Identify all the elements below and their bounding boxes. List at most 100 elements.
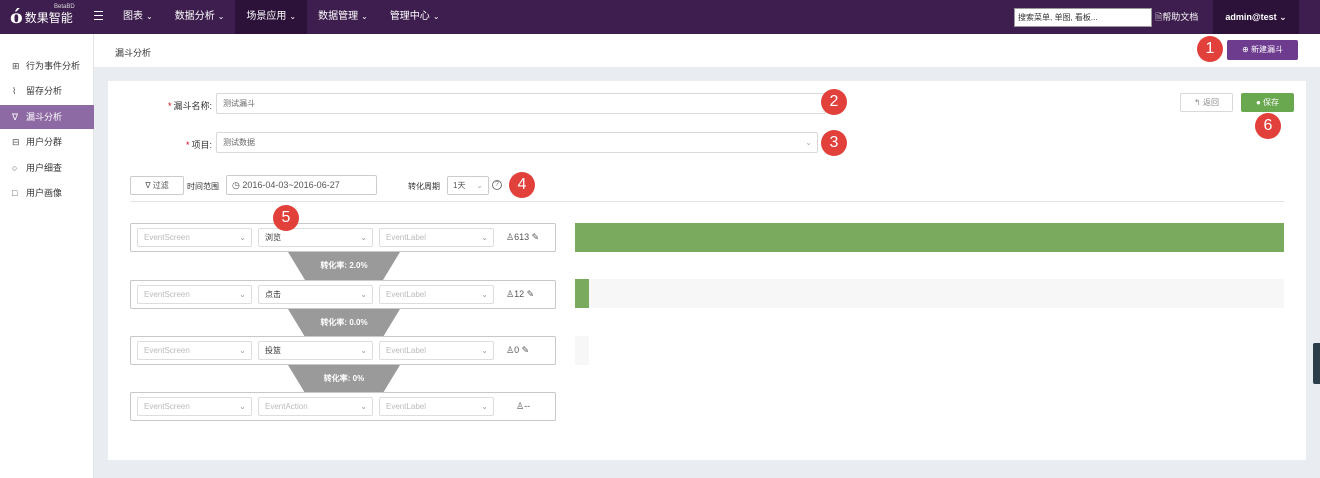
event-action-value: 投篮: [265, 346, 281, 355]
chevron-down-icon: ⌄: [805, 138, 812, 147]
chevron-down-icon: ⌄: [146, 12, 153, 21]
help-docs-link[interactable]: 🗎帮助文档: [1155, 0, 1198, 34]
step-user-count: ♙--: [516, 401, 530, 412]
conversion-funnel-3: 转化率: 0%: [288, 365, 400, 393]
chevron-down-icon: ⌄: [481, 346, 488, 355]
event-label-select[interactable]: EventLabel ⌄: [379, 341, 494, 360]
event-label-select[interactable]: EventLabel ⌄: [379, 228, 494, 247]
sidebar-item-label: 用户细查: [26, 163, 63, 173]
annotation-badge-6: 6: [1255, 113, 1281, 139]
sidebar-item-retention[interactable]: ⌇ 留存分析: [0, 79, 94, 103]
event-screen-select[interactable]: EventScreen ⌄: [137, 285, 252, 304]
user-name: admin@test: [1225, 12, 1277, 22]
logo-mark: ó: [10, 6, 23, 28]
required-mark: *: [167, 101, 172, 111]
event-screen-select[interactable]: EventScreen ⌄: [137, 228, 252, 247]
nav-item-label: 管理中心: [389, 11, 430, 22]
user-count-value: 613: [514, 232, 530, 242]
chevron-down-icon: ⌄: [360, 346, 367, 355]
chevron-down-icon: ⌄: [481, 233, 488, 242]
step-bar-track-2: [575, 279, 1284, 308]
nav-item-data-management[interactable]: 数据管理 ⌄: [307, 0, 379, 34]
usergroup-icon: ⊟: [12, 137, 20, 147]
event-screen-select[interactable]: EventScreen ⌄: [137, 397, 252, 416]
nav-item-data-analysis[interactable]: 数据分析 ⌄: [164, 0, 236, 34]
back-button[interactable]: ↰ 返回: [1180, 93, 1233, 112]
funnel-step-2: EventScreen ⌄ 点击 ⌄ EventLabel ⌄ ♙12 ✎: [130, 280, 556, 309]
sidebar-item-event-analysis[interactable]: ⊞ 行为事件分析: [0, 54, 94, 78]
event-label-select[interactable]: EventLabel ⌄: [379, 397, 494, 416]
date-range-value: 2016-04-03~2016-06-27: [242, 180, 340, 190]
funnel-step-4: EventScreen ⌄ EventAction ⌄ EventLabel ⌄ ♙-…: [130, 392, 556, 421]
nav-item-label: 场景应用: [246, 11, 287, 22]
sidebar-item-user-groups[interactable]: ⊟ 用户分群: [0, 130, 94, 154]
save-button[interactable]: ● 保存: [1241, 93, 1294, 112]
event-action-select[interactable]: 点击 ⌄: [258, 285, 373, 304]
step-bar-fill: [575, 223, 1284, 252]
divider: [130, 201, 1284, 202]
back-label: 返回: [1202, 98, 1219, 107]
event-action-value: EventAction: [265, 402, 308, 411]
sidebar-item-label: 用户画像: [26, 188, 63, 198]
event-action-select[interactable]: 投篮 ⌄: [258, 341, 373, 360]
help-question-icon[interactable]: ?: [492, 180, 502, 190]
event-screen-select[interactable]: EventScreen ⌄: [137, 341, 252, 360]
new-funnel-button[interactable]: ⊕ 新建漏斗: [1227, 40, 1298, 60]
global-search-input[interactable]: 搜索菜单, 单图, 看板...: [1014, 8, 1152, 27]
new-funnel-label: 新建漏斗: [1250, 45, 1283, 54]
return-arrow-icon: ↰: [1194, 98, 1201, 107]
retention-icon: ⌇: [12, 86, 17, 96]
edit-icon[interactable]: ✎: [532, 232, 540, 242]
annotation-badge-5: 5: [273, 205, 299, 231]
plus-circle-icon: ⊕: [1242, 45, 1249, 54]
chevron-down-icon: ⌄: [239, 233, 246, 242]
user-menu[interactable]: admin@test ⌄: [1213, 0, 1299, 34]
user-icon: ♙: [506, 232, 515, 242]
chevron-down-icon: ⌄: [481, 290, 488, 299]
save-label: 保存: [1263, 98, 1280, 107]
funnel-name-input[interactable]: 测试漏斗: [216, 93, 826, 114]
nav-item-charts[interactable]: 图表 ⌄: [112, 0, 164, 34]
event-label-select[interactable]: EventLabel ⌄: [379, 285, 494, 304]
main-nav: 图表 ⌄ 数据分析 ⌄ 场景应用 ⌄ 数据管理 ⌄ 管理中心 ⌄: [112, 0, 451, 34]
event-action-select[interactable]: EventAction ⌄: [258, 397, 373, 416]
project-label: * 项目:: [148, 138, 212, 151]
sidebar-item-user-lookup[interactable]: ○ 用户细查: [0, 156, 94, 180]
user-icon: ♙: [516, 401, 525, 411]
hamburger-menu-icon[interactable]: [94, 11, 103, 20]
annotation-badge-3: 3: [821, 130, 847, 156]
funnel-name-label: * 漏斗名称:: [148, 99, 212, 112]
nav-item-admin-center[interactable]: 管理中心 ⌄: [379, 0, 451, 34]
nav-item-scenarios[interactable]: 场景应用 ⌄: [235, 0, 308, 34]
chevron-down-icon: ⌄: [360, 290, 367, 299]
filter-label: 过滤: [152, 181, 169, 190]
date-range-picker[interactable]: ◷ 2016-04-03~2016-06-27: [226, 175, 377, 195]
app-logo[interactable]: ó 数果智能 BetaBD: [10, 4, 75, 28]
chevron-down-icon: ⌄: [239, 290, 246, 299]
conversion-rate: 转化率: 0%: [323, 374, 365, 383]
sidebar-item-user-profile[interactable]: □ 用户画像: [0, 181, 94, 205]
chevron-down-icon: ⌄: [361, 12, 368, 21]
chevron-down-icon: ⌄: [360, 402, 367, 411]
side-scroll-tab[interactable]: [1313, 343, 1320, 384]
sidebar-item-label: 行为事件分析: [26, 61, 81, 71]
event-label-value: EventLabel: [386, 402, 427, 411]
project-select[interactable]: 测试数据 ⌄: [216, 132, 818, 153]
edit-icon[interactable]: ✎: [522, 345, 530, 355]
event-action-select[interactable]: 浏览 ⌄: [258, 228, 373, 247]
conversion-funnel-1: 转化率: 2.0%: [288, 252, 400, 280]
logo-beta: BetaBD: [54, 4, 75, 10]
edit-icon[interactable]: ✎: [527, 289, 535, 299]
event-screen-value: EventScreen: [144, 290, 190, 299]
filter-button[interactable]: ∇ 过滤: [130, 176, 184, 195]
step-user-count: ♙0 ✎: [506, 345, 529, 356]
funnel-step-3: EventScreen ⌄ 投篮 ⌄ EventLabel ⌄ ♙0 ✎: [130, 336, 556, 365]
sidebar-item-funnel[interactable]: ∇ 漏斗分析: [0, 105, 94, 129]
sidebar-item-label: 漏斗分析: [26, 112, 63, 122]
project-select-value: 测试数据: [223, 138, 255, 147]
time-range-label: 时间范围: [187, 182, 219, 191]
nav-item-label: 数据管理: [318, 11, 359, 22]
required-mark: *: [185, 140, 190, 150]
event-screen-value: EventScreen: [144, 346, 190, 355]
conversion-period-select[interactable]: 1天 ⌄: [447, 176, 489, 195]
